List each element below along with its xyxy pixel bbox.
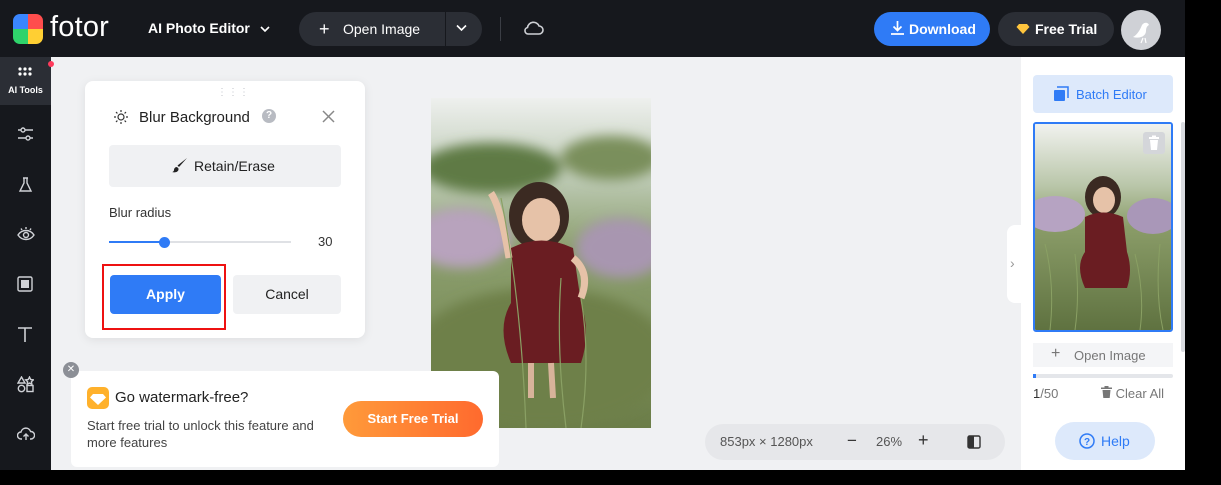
image-count: 1/50 (1033, 386, 1058, 401)
image-count-progress (1033, 374, 1173, 378)
help-question-icon[interactable]: ? (262, 109, 276, 123)
download-icon (890, 20, 905, 41)
zoom-bar: 853px × 1280px − 26% + (705, 424, 1005, 460)
right-panel-scrollbar[interactable] (1181, 122, 1185, 352)
blur-radius-value: 30 (318, 234, 333, 249)
blur-radius-label: Blur radius (109, 205, 172, 220)
sliders-icon (18, 127, 33, 141)
retain-erase-button[interactable]: Retain/Erase (109, 145, 341, 187)
sidebar-item-elements[interactable] (0, 365, 51, 405)
question-circle-icon: ? (1079, 433, 1095, 454)
sidebar-item-label: AI Tools (8, 85, 43, 95)
divider (445, 12, 446, 46)
sidebar-item-ai-tools[interactable]: AI Tools (0, 57, 54, 105)
start-free-trial-button[interactable]: Start Free Trial (343, 401, 483, 437)
clear-all-button[interactable]: Clear All (1101, 386, 1164, 401)
plus-icon[interactable]: + (319, 19, 330, 40)
sidebar-item-frames[interactable] (0, 265, 51, 305)
add-open-image-button[interactable]: + Open Image (1033, 343, 1173, 367)
cancel-button[interactable]: Cancel (233, 275, 341, 314)
download-label: Download (909, 21, 976, 37)
brush-icon (172, 157, 188, 178)
image-dimensions: 853px × 1280px (720, 434, 813, 449)
panel-title: Blur Background (139, 109, 250, 126)
blur-radius-slider[interactable] (109, 237, 291, 248)
app-switcher-label: AI Photo Editor (148, 20, 250, 36)
help-button[interactable]: ? Help (1055, 422, 1155, 460)
frame-icon (17, 276, 33, 292)
open-image-control: + Open Image (299, 12, 482, 46)
retain-erase-label: Retain/Erase (194, 158, 275, 174)
cloud-icon[interactable] (522, 19, 544, 42)
sidebar-item-text[interactable] (0, 315, 51, 355)
text-icon (18, 327, 32, 342)
help-label: Help (1101, 433, 1130, 449)
open-image-dropdown-icon[interactable] (456, 19, 467, 35)
promo-close-icon[interactable]: ✕ (63, 362, 79, 378)
sidebar-item-beauty[interactable] (0, 215, 51, 255)
blur-sun-icon (113, 109, 129, 130)
left-toolbar: AI Tools (0, 57, 54, 470)
sidebar-item-effects[interactable] (0, 165, 51, 205)
open-image-button[interactable]: Open Image (343, 21, 420, 37)
batch-editor-label: Batch Editor (1076, 87, 1147, 102)
slider-fill (109, 241, 164, 243)
plus-icon: + (1051, 345, 1061, 362)
divider (500, 17, 501, 41)
diamond-badge-icon (87, 387, 109, 409)
progress-fill (1033, 374, 1036, 378)
notification-dot (48, 61, 54, 67)
flask-icon (18, 177, 33, 192)
eye-icon (17, 227, 35, 241)
trash-icon (1101, 386, 1112, 398)
zoom-out-icon[interactable]: − (847, 431, 857, 451)
slider-knob[interactable] (158, 237, 170, 248)
grid-icon (18, 67, 32, 76)
open-image-label: Open Image (1074, 348, 1146, 363)
cloud-upload-icon (17, 427, 35, 440)
user-avatar[interactable] (1121, 10, 1161, 50)
download-button[interactable]: Download (874, 12, 990, 46)
right-panel: Batch Editor + Open Image 1/50 Clear All… (1021, 57, 1185, 470)
zoom-in-icon[interactable]: + (918, 430, 929, 451)
image-thumbnail[interactable] (1033, 122, 1173, 332)
fotor-logo-icon[interactable] (13, 14, 43, 44)
thumbnail-image (1035, 124, 1171, 330)
zoom-level: 26% (876, 434, 903, 449)
batch-layers-icon (1053, 86, 1069, 107)
collapse-panel-tab[interactable]: › (1007, 225, 1021, 303)
batch-editor-button[interactable]: Batch Editor (1033, 75, 1173, 113)
chevron-right-icon: › (1010, 255, 1015, 271)
clear-all-label: Clear All (1115, 386, 1165, 401)
image-count-total: /50 (1040, 386, 1059, 401)
promo-title: Go watermark-free? (115, 389, 249, 406)
free-trial-label: Free Trial (1035, 21, 1098, 37)
top-bar: fotor AI Photo Editor + Open Image Downl… (0, 0, 1185, 57)
compare-icon[interactable] (967, 435, 981, 454)
drag-handle-icon[interactable]: ⋮⋮⋮ (217, 87, 250, 98)
app-window: fotor AI Photo Editor + Open Image Downl… (0, 0, 1185, 470)
watermark-promo-card: Go watermark-free? Start free trial to u… (71, 371, 499, 467)
app-switcher[interactable]: AI Photo Editor (148, 20, 270, 36)
logo-text[interactable]: fotor (50, 11, 109, 44)
diamond-icon (1016, 22, 1030, 40)
close-icon[interactable] (322, 110, 335, 128)
sidebar-item-upload[interactable] (0, 415, 51, 455)
svg-text:?: ? (1084, 437, 1090, 448)
promo-description: Start free trial to unlock this feature … (87, 418, 314, 450)
delete-trash-icon[interactable] (1143, 132, 1165, 154)
highlight-box (102, 264, 226, 330)
sidebar-item-adjust[interactable] (0, 115, 51, 155)
elements-icon (17, 376, 34, 393)
chevron-down-icon (260, 20, 270, 36)
free-trial-button[interactable]: Free Trial (998, 12, 1114, 46)
